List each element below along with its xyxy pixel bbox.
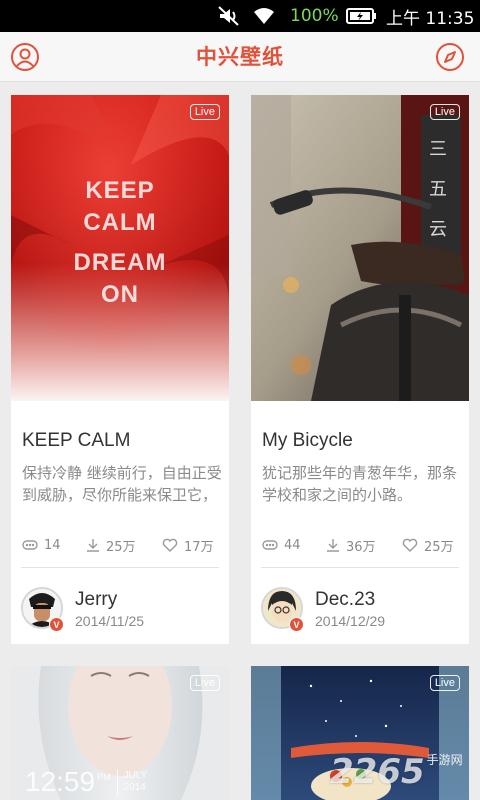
card-title: KEEP CALM [22,430,131,451]
author-name[interactable]: Jerry [75,589,117,611]
watermark-logo: 2265 手游网 [330,752,463,792]
downloads-count: 25万 [106,539,136,555]
eye-icon [22,540,38,550]
eye-icon [262,540,278,550]
divider [261,567,459,568]
wallpaper-preview: 三 五 云 Live [251,95,469,401]
wallpaper-card-portrait[interactable]: 12:59 PM JULY 2014 Live [11,666,229,800]
mute-icon [216,0,242,32]
avatar[interactable]: V [261,587,304,632]
image-text-line: DREAM [73,249,167,276]
watermark-number: 2265 [330,752,425,792]
divider [21,567,219,568]
svg-text:三: 三 [429,139,447,160]
likes-stat: 17万 [162,535,214,555]
downloads-stat: 25万 [86,535,136,555]
download-icon [87,539,99,552]
battery-percent: 100% [290,6,339,26]
likes-count: 25万 [424,539,454,555]
card-description: 犹记那些年的青葱年华，那条学校和家之间的小路。 [262,464,458,504]
wallpaper-preview: 12:59 PM JULY 2014 Live [11,666,229,800]
app-title: 中兴壁纸 [196,45,284,69]
card-stats: 14 25万 17万 [22,535,229,555]
status-bar: 100% 上午 11:35 [0,0,480,32]
clock-date-month: JULY [123,770,148,781]
wallpaper-preview: KEEP CALM DREAM ON Live [11,95,229,401]
wifi-icon [252,0,276,32]
clock-time: 12:59 [25,766,96,797]
clock-overlay: 12:59 PM JULY 2014 [25,766,147,798]
image-text-line: KEEP [85,177,155,204]
compass-icon[interactable] [434,41,466,73]
heart-icon [162,538,178,552]
live-badge: Live [429,104,460,120]
clock-ampm: PM [97,772,111,782]
live-badge: Live [429,675,460,691]
card-title: My Bicycle [262,430,353,451]
author-date: 2014/11/25 [75,613,145,629]
views-stat: 14 [22,535,61,555]
svg-text:五: 五 [429,179,447,200]
card-stats: 44 36万 25万 [262,535,469,555]
verified-badge: V [49,617,64,632]
author-name[interactable]: Dec.23 [315,589,375,611]
clock-date-year: 2014 [123,782,146,793]
image-text-line: CALM [83,209,157,236]
live-badge: Live [189,675,220,691]
views-count: 14 [44,537,61,553]
card-description: 保持冷静 继续前行，自由正受到威胁，尽你所能来保卫它， [22,464,222,504]
downloads-stat: 36万 [326,535,376,555]
clock-time: 上午 11:35 [386,8,475,29]
battery-icon [346,0,378,32]
avatar[interactable]: V [21,587,64,632]
app-header: 中兴壁纸 [0,32,480,82]
wallpaper-card-keep-calm[interactable]: KEEP CALM DREAM ON Live KEEP CALM 保持冷静 继… [11,95,229,644]
watermark-text: 手游网 [426,753,463,767]
author-date: 2014/12/29 [315,613,386,629]
wallpaper-card-my-bicycle[interactable]: 三 五 云 Live My Bicycle 犹记那些年的青葱年华，那条学校和家之… [251,95,469,644]
views-count: 44 [284,537,301,553]
svg-text:云: 云 [429,219,447,240]
live-badge: Live [189,104,220,120]
views-stat: 44 [262,535,301,555]
download-icon [327,539,339,552]
heart-icon [402,538,418,552]
verified-badge: V [289,617,304,632]
likes-count: 17万 [184,539,214,555]
likes-stat: 25万 [402,535,454,555]
downloads-count: 36万 [346,539,376,555]
image-text-line: ON [101,281,139,308]
